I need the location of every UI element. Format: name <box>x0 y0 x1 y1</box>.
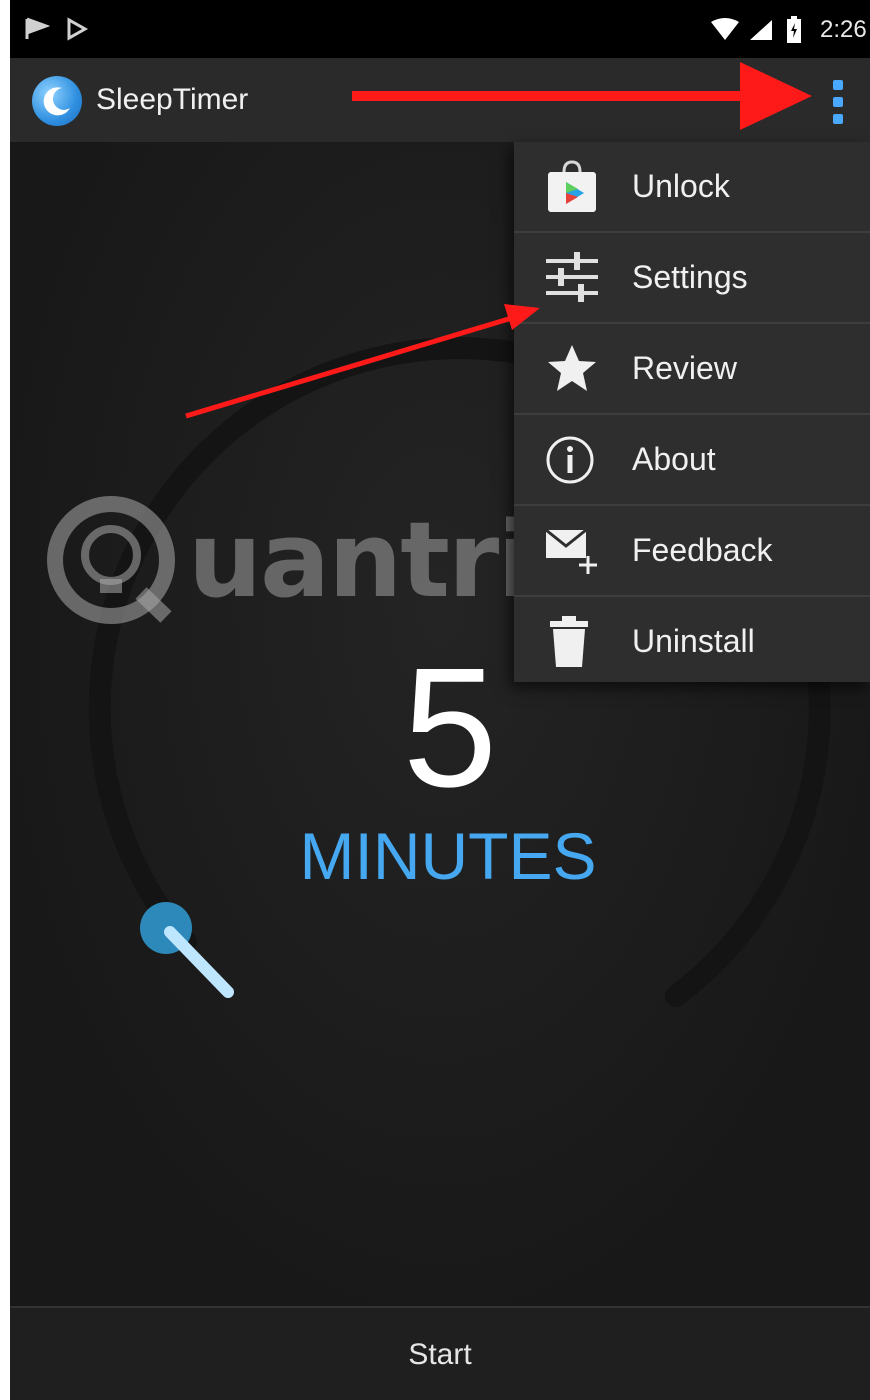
menu-label: Unlock <box>632 168 730 204</box>
trash-icon <box>544 615 600 669</box>
menu-label: Uninstall <box>632 623 755 659</box>
overflow-menu: Unlock Settings Review About Feedback Un… <box>514 142 870 682</box>
menu-item-feedback[interactable]: Feedback <box>514 506 870 597</box>
mail-icon <box>544 524 600 578</box>
bottom-bar: Start <box>10 1306 870 1400</box>
phone-screen: 2:26 SleepTimer uantrimang 5 <box>10 0 870 1400</box>
menu-item-review[interactable]: Review <box>514 324 870 415</box>
wifi-icon <box>710 18 740 47</box>
status-time: 2:26 <box>820 16 867 43</box>
dial-handle-line <box>164 926 234 998</box>
moon-icon <box>32 76 82 126</box>
menu-label: About <box>632 441 716 477</box>
battery-icon <box>786 16 802 49</box>
more-vert-icon[interactable] <box>820 72 856 132</box>
app-title: SleepTimer <box>96 83 249 116</box>
menu-label: Review <box>632 350 737 386</box>
menu-item-unlock[interactable]: Unlock <box>514 142 870 233</box>
play-store-bag-icon <box>544 160 600 214</box>
menu-item-about[interactable]: About <box>514 415 870 506</box>
action-bar: SleepTimer <box>10 58 870 142</box>
menu-label: Feedback <box>632 532 773 568</box>
notification-icon <box>24 16 51 42</box>
menu-item-uninstall[interactable]: Uninstall <box>514 597 870 686</box>
menu-label: Settings <box>632 259 748 295</box>
signal-icon <box>748 18 774 47</box>
info-icon <box>544 433 600 487</box>
timer-unit: MINUTES <box>299 819 597 893</box>
star-icon <box>544 342 600 396</box>
sliders-icon <box>544 251 600 305</box>
menu-item-settings[interactable]: Settings <box>514 233 870 324</box>
status-bar: 2:26 <box>10 0 870 58</box>
play-store-notification-icon <box>64 16 90 42</box>
start-button[interactable]: Start <box>10 1308 870 1400</box>
